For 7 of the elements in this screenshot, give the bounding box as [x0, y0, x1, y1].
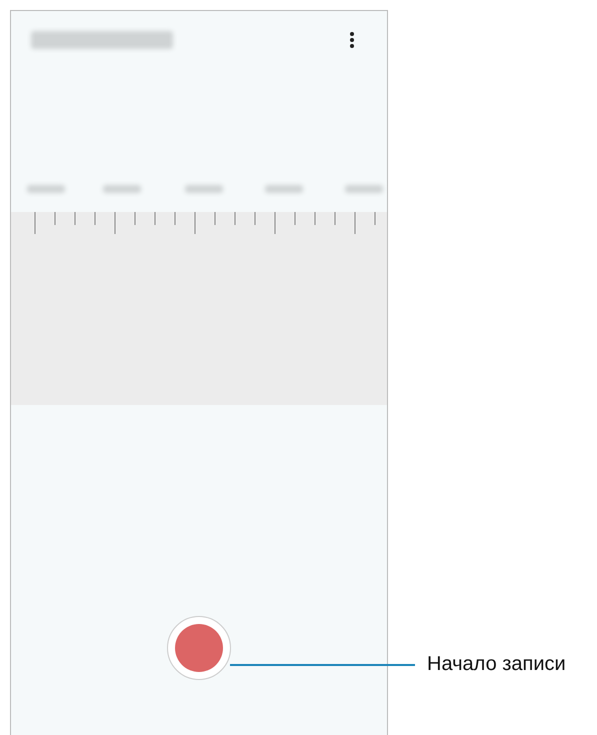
callout-label: Начало записи — [427, 653, 566, 676]
blurred-time-label — [185, 184, 223, 193]
blurred-time-label — [345, 184, 383, 193]
blurred-time-label — [103, 184, 141, 193]
blurred-time-label — [265, 184, 303, 193]
blurred-time-label — [27, 184, 65, 193]
more-options-icon[interactable] — [349, 30, 355, 49]
